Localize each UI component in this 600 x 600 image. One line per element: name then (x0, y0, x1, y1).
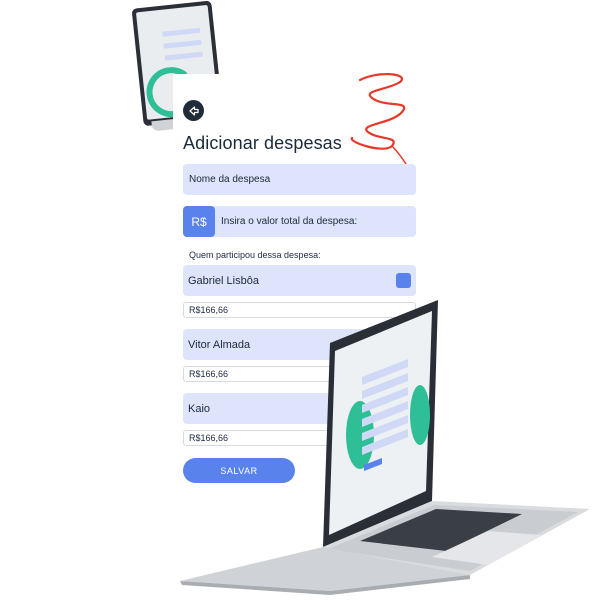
back-arrow-icon (188, 105, 199, 116)
background-screen-bar (163, 39, 202, 49)
expense-name-placeholder: Nome da despesa (189, 174, 271, 185)
checkbox-checked-icon[interactable] (396, 273, 411, 288)
expense-value-field[interactable]: R$ Insira o valor total da despesa: (183, 206, 416, 237)
screen-decor-right (410, 385, 430, 445)
participant-row-gabriel[interactable]: Gabriel Lisbôa (183, 265, 416, 296)
participants-label: Quem participou dessa despesa: (189, 250, 321, 260)
scribble-decoration (350, 72, 407, 165)
expense-value-placeholder: Insira o valor total da despesa: (221, 216, 358, 227)
laptop-mockup (180, 300, 590, 595)
participant-name: Gabriel Lisbôa (188, 274, 259, 287)
currency-badge: R$ (183, 206, 215, 237)
background-screen-bar (164, 51, 203, 61)
background-screen-bar (162, 27, 201, 37)
expense-name-field[interactable]: Nome da despesa (183, 164, 416, 195)
back-button[interactable] (183, 100, 204, 121)
page-title: Adicionar despesas (183, 133, 342, 153)
